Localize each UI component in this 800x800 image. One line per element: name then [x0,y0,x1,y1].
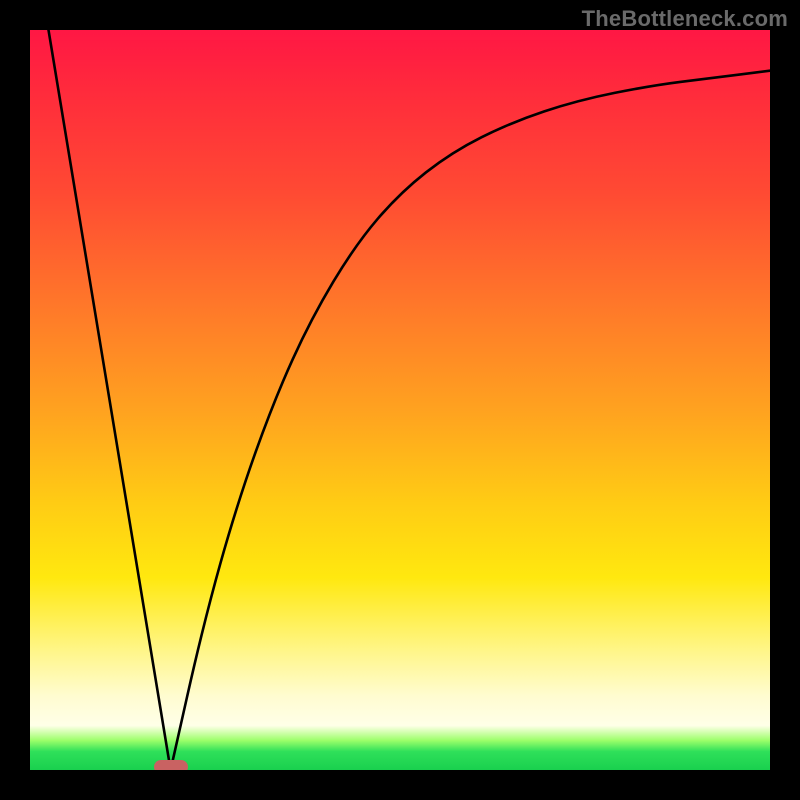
bottleneck-curve [49,30,771,770]
chart-frame: TheBottleneck.com [0,0,800,800]
curve-svg [30,30,770,770]
bottleneck-marker-pill [154,760,188,770]
plot-area [30,30,770,770]
watermark-text: TheBottleneck.com [582,6,788,32]
